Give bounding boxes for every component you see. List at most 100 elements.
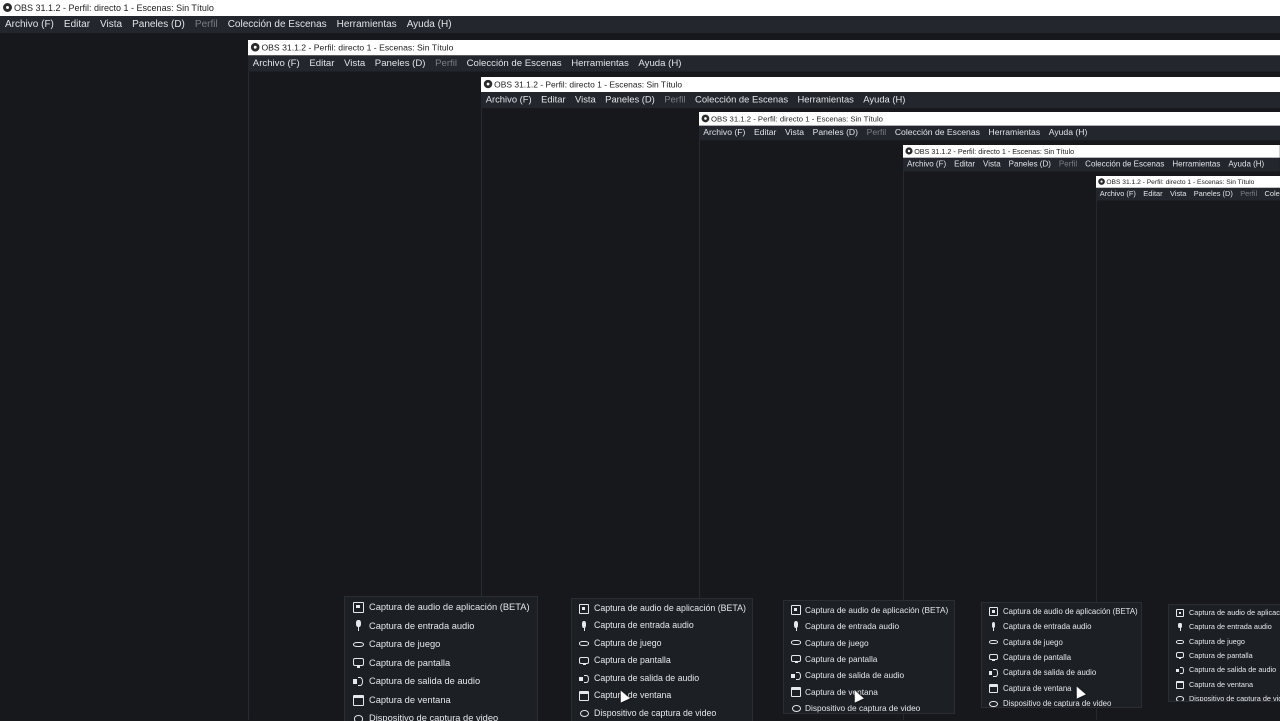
source-item-camera[interactable]: Dispositivo de captura de video (1169, 692, 1280, 701)
source-item-window[interactable]: Captura de ventana (982, 681, 1141, 696)
menu-vista[interactable]: Vista (1166, 188, 1190, 201)
menu-colección-de-escenas[interactable]: Colección de Escenas (891, 126, 985, 141)
menu-perfil: Perfil (1058, 160, 1078, 169)
source-item-gamepad[interactable]: Captura de juego (982, 635, 1141, 650)
menu-editar[interactable]: Editar (536, 92, 570, 108)
speaker-icon (989, 669, 998, 678)
source-item-label: Captura de ventana (805, 686, 878, 697)
menu-ayuda-h[interactable]: Ayuda (H) (634, 55, 687, 71)
menu-herramientas[interactable]: Herramientas (1168, 158, 1224, 172)
monitor-icon (353, 658, 364, 669)
menu-bar: Archivo (F) Editar Vista Paneles (D) Perfil C… (903, 157, 1280, 172)
menu-herramientas[interactable]: Herramientas (793, 92, 859, 108)
source-item-gamepad[interactable]: Captura de juego (572, 635, 752, 653)
menu-editar[interactable]: Editar (1140, 188, 1167, 201)
source-item-label: Dispositivo de captura de video (369, 713, 499, 721)
source-item-label: Dispositivo de captura de video (805, 703, 921, 713)
source-item-label: Captura de ventana (1189, 679, 1254, 689)
menu-ayuda-h[interactable]: Ayuda (H) (1044, 126, 1091, 141)
menu-ayuda-h[interactable]: Ayuda (H) (859, 92, 911, 108)
gamepad-icon (1176, 638, 1184, 646)
menu-archivo-f[interactable]: Archivo (F) (903, 158, 950, 172)
window-icon (1176, 680, 1184, 689)
source-item-window[interactable]: Captura de ventana (784, 684, 954, 700)
menu-colección-de-escenas[interactable]: Colección de Escenas (1081, 158, 1168, 172)
menu-editar[interactable]: Editar (950, 158, 979, 172)
source-item-monitor[interactable]: Captura de pantalla (784, 651, 954, 667)
source-item-window[interactable]: Captura de ventana (572, 687, 752, 705)
panel-divider (248, 71, 249, 720)
source-item-speaker[interactable]: Captura de salida de audio (345, 672, 537, 691)
menu-archivo-f[interactable]: Archivo (F) (248, 55, 305, 71)
source-item-label: Captura de juego (805, 637, 869, 648)
menu-paneles-d[interactable]: Paneles (D) (600, 92, 659, 108)
source-item-gamepad[interactable]: Captura de juego (345, 635, 537, 654)
source-item-label: Captura de entrada audio (1003, 622, 1092, 632)
menu-archivo-f[interactable]: Archivo (F) (0, 16, 59, 33)
source-item-gamepad[interactable]: Captura de juego (784, 635, 954, 651)
menu-vista[interactable]: Vista (979, 158, 1005, 172)
source-item-label: Captura de juego (369, 639, 441, 650)
source-item-speaker[interactable]: Captura de salida de audio (784, 667, 954, 683)
source-item-speaker[interactable]: Captura de salida de audio (1169, 663, 1280, 677)
menu-editar[interactable]: Editar (750, 126, 781, 141)
source-item-window[interactable]: Captura de ventana (1169, 678, 1280, 692)
menu-paneles-d[interactable]: Paneles (D) (1190, 188, 1236, 201)
obs-logo-icon (3, 3, 12, 12)
add-source-menu-3: Captura de audio de aplicación (BETA) Cap… (784, 601, 954, 713)
window-title: OBS 31.1.2 - Perfil: directo 1 - Escenas… (494, 79, 683, 90)
source-item-monitor[interactable]: Captura de pantalla (572, 652, 752, 670)
menu-paneles-d[interactable]: Paneles (D) (127, 16, 190, 33)
menu-editar[interactable]: Editar (305, 55, 340, 71)
menu-colección-de-escenas[interactable]: Colección de Escenas (462, 55, 567, 71)
source-item-camera[interactable]: Dispositivo de captura de video (572, 705, 752, 721)
window-title: OBS 31.1.2 - Perfil: directo 1 - Escenas… (14, 3, 214, 13)
source-item-monitor[interactable]: Captura de pantalla (1169, 649, 1280, 663)
source-item-speaker[interactable]: Captura de salida de audio (572, 670, 752, 688)
monitor-icon (791, 654, 801, 664)
menu-colección-de-escenas[interactable]: Colección de Escenas (1261, 188, 1280, 201)
menu-herramientas[interactable]: Herramientas (566, 55, 633, 71)
source-item-microphone[interactable]: Captura de entrada audio (1169, 620, 1280, 634)
source-item-label: Captura de salida de audio (805, 670, 905, 681)
source-item-microphone[interactable]: Captura de entrada audio (784, 618, 954, 634)
menu-paneles-d[interactable]: Paneles (D) (1005, 158, 1055, 172)
menu-perfil: Perfil (664, 94, 686, 106)
menu-archivo-f[interactable]: Archivo (F) (1096, 188, 1140, 201)
window-title-bar: OBS 31.1.2 - Perfil: directo 1 - Escenas… (699, 112, 1280, 126)
menu-vista[interactable]: Vista (570, 92, 600, 108)
menu-paneles-d[interactable]: Paneles (D) (370, 55, 430, 71)
source-item-gamepad[interactable]: Captura de juego (1169, 635, 1280, 649)
menu-herramientas[interactable]: Herramientas (332, 16, 402, 33)
source-item-microphone[interactable]: Captura de entrada audio (345, 617, 537, 636)
camera-icon (791, 703, 801, 712)
menu-editar[interactable]: Editar (59, 16, 95, 33)
source-item-app-audio[interactable]: Captura de audio de aplicación (BETA) (572, 600, 752, 618)
source-item-app-audio[interactable]: Captura de audio de aplicación (BETA) (1169, 606, 1280, 620)
camera-icon (989, 699, 998, 707)
source-item-monitor[interactable]: Captura de pantalla (345, 654, 537, 673)
menu-paneles-d[interactable]: Paneles (D) (808, 126, 862, 141)
menu-herramientas[interactable]: Herramientas (984, 126, 1044, 141)
menu-vista[interactable]: Vista (95, 16, 127, 33)
source-item-microphone[interactable]: Captura de entrada audio (572, 617, 752, 635)
menu-vista[interactable]: Vista (339, 55, 370, 71)
menu-vista[interactable]: Vista (781, 126, 809, 141)
source-item-label: Captura de salida de audio (369, 676, 481, 687)
source-item-monitor[interactable]: Captura de pantalla (982, 650, 1141, 665)
menu-colección-de-escenas[interactable]: Colección de Escenas (223, 16, 332, 33)
source-item-app-audio[interactable]: Captura de audio de aplicación (BETA) (345, 598, 537, 617)
source-item-camera[interactable]: Dispositivo de captura de video (982, 696, 1141, 707)
menu-ayuda-h[interactable]: Ayuda (H) (1224, 158, 1268, 172)
source-item-app-audio[interactable]: Captura de audio de aplicación (BETA) (982, 604, 1141, 619)
source-item-camera[interactable]: Dispositivo de captura de video (345, 709, 537, 721)
menu-archivo-f[interactable]: Archivo (F) (481, 92, 536, 108)
source-item-camera[interactable]: Dispositivo de captura de video (784, 700, 954, 713)
menu-archivo-f[interactable]: Archivo (F) (699, 126, 750, 141)
source-item-speaker[interactable]: Captura de salida de audio (982, 665, 1141, 680)
source-item-window[interactable]: Captura de ventana (345, 691, 537, 710)
source-item-microphone[interactable]: Captura de entrada audio (982, 619, 1141, 634)
source-item-app-audio[interactable]: Captura de audio de aplicación (BETA) (784, 602, 954, 618)
menu-ayuda-h[interactable]: Ayuda (H) (402, 16, 457, 33)
menu-colección-de-escenas[interactable]: Colección de Escenas (690, 92, 792, 108)
